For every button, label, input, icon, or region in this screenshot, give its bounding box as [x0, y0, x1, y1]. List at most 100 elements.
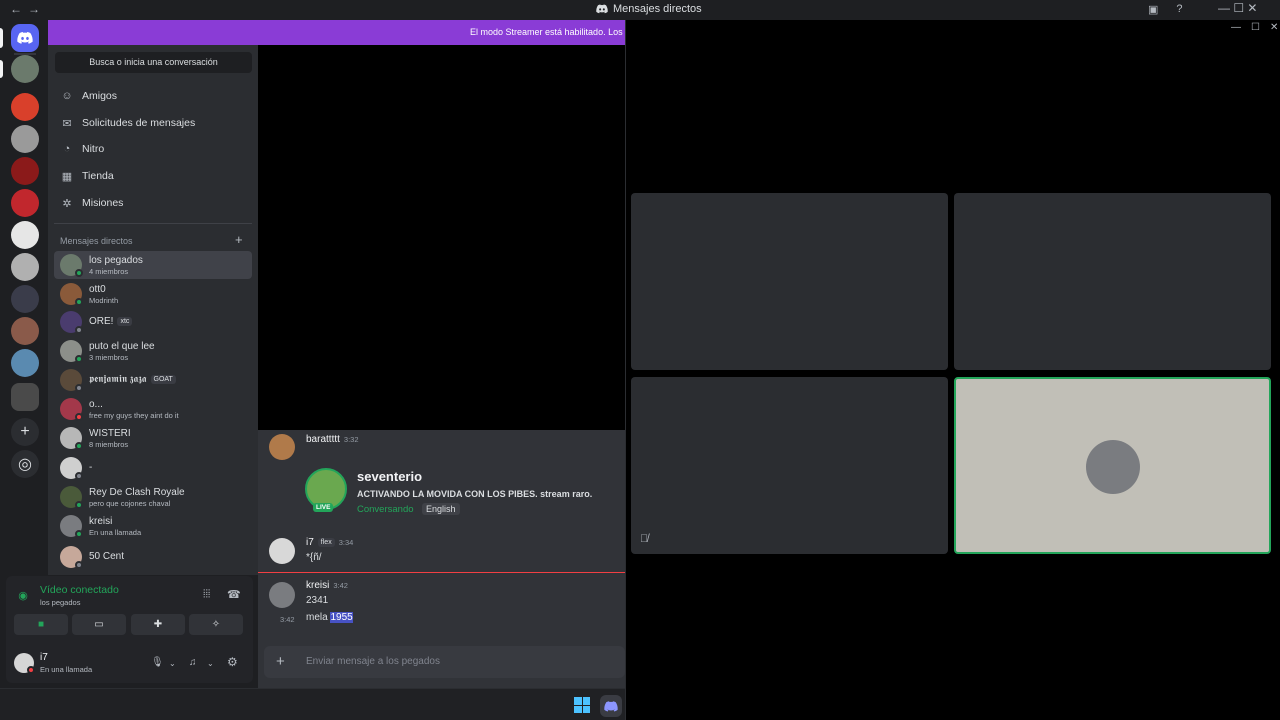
server-icon-8[interactable]: [11, 317, 39, 345]
window-controls[interactable]: — ☐ ✕: [1218, 1, 1257, 15]
message-author[interactable]: kreisi: [306, 580, 329, 591]
message-time: 3:34: [338, 538, 354, 547]
dm-item[interactable]: los pegados 4 miembros: [54, 251, 252, 279]
disconnect-icon[interactable]: ☎: [227, 588, 241, 601]
composer-placeholder[interactable]: Enviar mensaje a los pegados: [306, 656, 440, 667]
noise-suppression-icon[interactable]: ⦙⦙⦙: [203, 588, 210, 601]
dm-name: 50 Cent: [89, 551, 125, 562]
inbox-icon[interactable]: ▣: [1148, 3, 1158, 16]
server-icon-6[interactable]: [11, 253, 39, 281]
dm-item[interactable]: o... free my guys they aint do it: [54, 395, 252, 423]
taskbar-discord-icon[interactable]: [600, 695, 622, 717]
nav-shop[interactable]: ▦ Tienda: [54, 164, 252, 188]
dm-item[interactable]: ott0 Modrinth: [54, 280, 252, 308]
discord-icon: [596, 4, 608, 14]
dm-item[interactable]: -: [54, 454, 252, 482]
new-messages-divider: [258, 572, 625, 573]
dm-name: WISTERI: [89, 428, 131, 439]
nav-quests[interactable]: ✲ Misiones: [54, 191, 252, 215]
voice-user-panel: ◉ Vídeo conectado los pegados ⦙⦙⦙ ☎ ■ ▭ …: [6, 576, 253, 683]
dm-name-row: 50 Cent: [89, 551, 124, 562]
friends-icon: ☺: [61, 90, 73, 102]
server-tag: GOAT: [150, 375, 176, 384]
activities-button[interactable]: ✚: [131, 614, 185, 635]
server-icon-1[interactable]: [11, 93, 39, 121]
dm-item[interactable]: ORE! xtc: [54, 308, 252, 336]
mic-icon[interactable]: 🎙: [151, 657, 164, 668]
add-server-icon[interactable]: +: [11, 418, 39, 446]
video-tile[interactable]: [954, 193, 1271, 370]
avatar[interactable]: [269, 582, 295, 608]
embed-title[interactable]: seventerio: [357, 469, 422, 484]
nav-label: Tienda: [82, 170, 114, 182]
discover-icon[interactable]: ◎: [11, 450, 39, 478]
avatar[interactable]: [269, 434, 295, 460]
dm-name-row: kreisi: [89, 516, 112, 527]
video-tile-speaking[interactable]: [954, 377, 1271, 554]
create-dm-icon[interactable]: +: [235, 232, 243, 247]
video-tile[interactable]: [631, 193, 948, 370]
screen-share-button[interactable]: ▭: [72, 614, 126, 635]
voice-status-title[interactable]: Vídeo conectado: [40, 584, 119, 596]
nitro-icon: ◔: [63, 143, 71, 155]
message-author[interactable]: i7: [306, 537, 314, 548]
gear-icon[interactable]: ⚙: [227, 655, 238, 669]
message-author[interactable]: barattttt: [306, 434, 340, 445]
dm-name: los pegados: [89, 255, 143, 266]
attach-plus-icon[interactable]: +: [276, 653, 285, 670]
dm-item[interactable]: Rey De Clash Royale pero que cojones chav…: [54, 483, 252, 511]
dm-name: ORE!: [89, 316, 114, 327]
server-icon-4[interactable]: [11, 189, 39, 217]
windows-start-icon[interactable]: [574, 697, 590, 713]
quest-icon: ✲: [62, 197, 72, 210]
video-tile[interactable]: 🎙̸: [631, 377, 948, 554]
help-icon[interactable]: ?: [1176, 3, 1182, 16]
activities-icon: ✚: [153, 619, 163, 630]
message-header: i7 flex 3:34: [306, 537, 353, 548]
server-icon-5[interactable]: [11, 221, 39, 249]
camera-button[interactable]: ■: [14, 614, 68, 635]
sidebar-divider: [54, 223, 252, 224]
dm-item[interactable]: puto el que lee 3 miembros: [54, 337, 252, 365]
dm-name: Rey De Clash Royale: [89, 487, 185, 498]
soundboard-button[interactable]: ✧: [189, 614, 243, 635]
status-dot: [75, 442, 83, 450]
server-call-group[interactable]: [11, 55, 39, 83]
server-icon-3[interactable]: [11, 157, 39, 185]
call-stage: [258, 45, 625, 430]
dm-item[interactable]: 𝖕𝖊𝖓𝖏𝖆𝖒𝖎𝖓 𝖟𝖆𝖟𝖆 GOAT: [54, 366, 252, 394]
dm-name: o...: [89, 399, 103, 410]
nav-label: Amigos: [82, 90, 118, 102]
dm-name-row: WISTERI: [89, 428, 131, 439]
dm-item[interactable]: kreisi En una llamada: [54, 512, 252, 540]
muted-mic-icon: 🎙̸: [640, 533, 649, 545]
title-bar: ←→ Mensajes directos ▣ ? — ☐ ✕: [0, 0, 1280, 20]
server-icon-9[interactable]: [11, 349, 39, 377]
username[interactable]: i7: [40, 652, 48, 663]
message-composer[interactable]: + Enviar mensaje a los pegados: [264, 646, 625, 678]
dm-name-row: o...: [89, 399, 103, 410]
mic-chevron-icon[interactable]: ⌄: [169, 659, 176, 668]
home-button[interactable]: [11, 24, 39, 52]
dm-name-row: los pegados: [89, 255, 143, 266]
nav-friends[interactable]: ☺ Amigos: [54, 84, 252, 108]
dm-item[interactable]: 50 Cent: [54, 543, 252, 571]
nav-message-requests[interactable]: ✉ Solicitudes de mensajes: [54, 111, 252, 135]
back-forward-arrows[interactable]: ←→: [10, 2, 46, 16]
dm-item[interactable]: WISTERI 8 miembros: [54, 424, 252, 452]
server-folder[interactable]: [11, 383, 39, 411]
server-icon-2[interactable]: [11, 125, 39, 153]
signal-icon: ◉: [18, 589, 28, 602]
server-icon-7[interactable]: [11, 285, 39, 313]
popout-window-controls[interactable]: — ☐ ✕: [1231, 22, 1278, 33]
search-button[interactable]: Busca o inicia una conversación: [55, 52, 252, 73]
avatar[interactable]: [269, 538, 295, 564]
nav-label: Nitro: [82, 143, 105, 155]
voice-channel-name[interactable]: los pegados: [40, 598, 80, 607]
headset-chevron-icon[interactable]: ⌄: [207, 659, 214, 668]
embed-status: Conversando: [357, 504, 414, 515]
headset-icon[interactable]: ♫: [189, 657, 197, 668]
embed-language-tag: English: [422, 503, 460, 515]
message-time: 3:42: [333, 581, 348, 590]
nav-nitro[interactable]: ◔ Nitro: [54, 137, 252, 161]
